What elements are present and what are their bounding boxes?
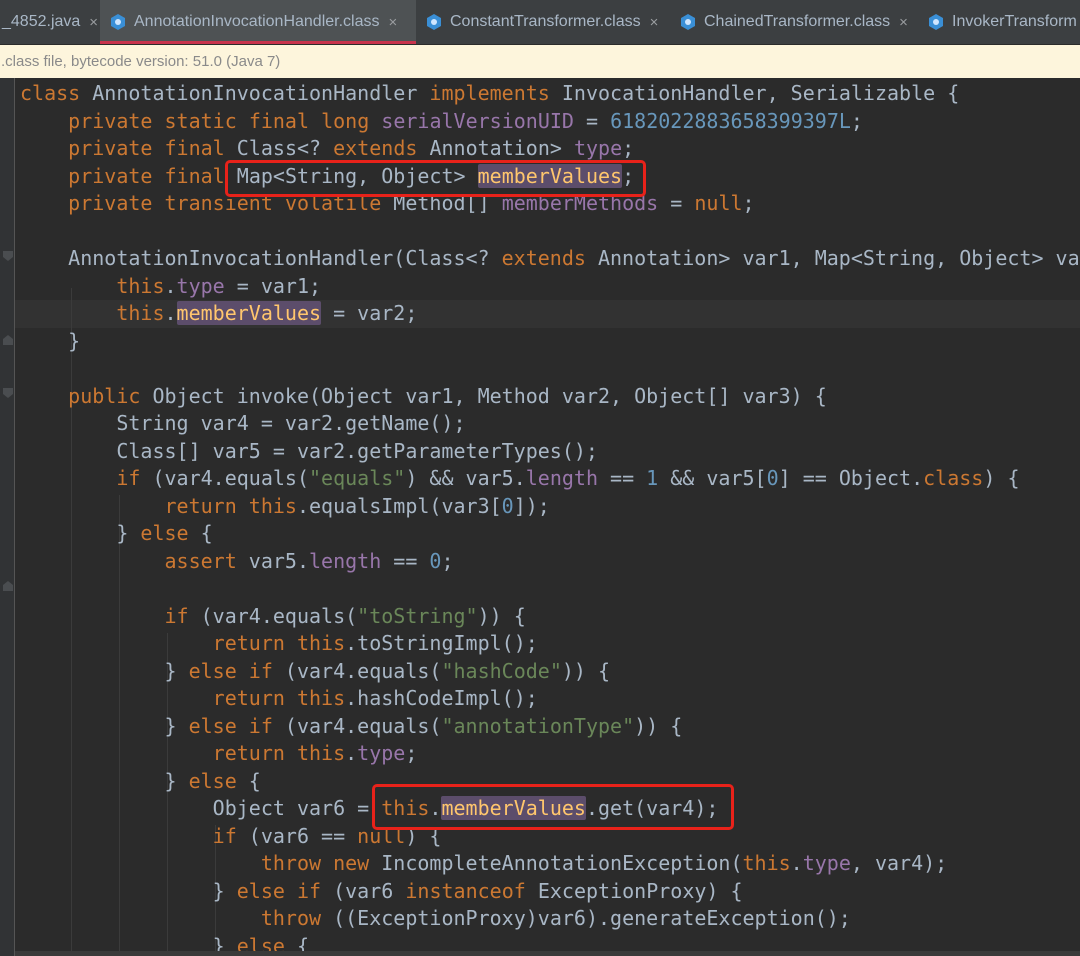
code-line[interactable]: this.memberValues = var2; bbox=[20, 300, 1080, 328]
code-line[interactable]: public Object invoke(Object var1, Method… bbox=[20, 383, 1080, 411]
class-file-icon bbox=[928, 14, 944, 30]
gutter-divider bbox=[14, 78, 15, 956]
code-line[interactable]: private final Class<? extends Annotation… bbox=[20, 135, 1080, 163]
code-line[interactable] bbox=[20, 218, 1080, 246]
code-line[interactable]: class AnnotationInvocationHandler implem… bbox=[20, 80, 1080, 108]
tab-label: ConstantTransformer.class bbox=[450, 13, 641, 30]
code-line[interactable]: } else if (var4.equals("annotationType")… bbox=[20, 713, 1080, 741]
close-icon[interactable]: × bbox=[899, 14, 908, 31]
tab-0[interactable]: _4852.java × bbox=[0, 0, 100, 44]
code-line[interactable]: AnnotationInvocationHandler(Class<? exte… bbox=[20, 245, 1080, 273]
tab-label: InvokerTransform bbox=[952, 13, 1077, 30]
tab-label: AnnotationInvocationHandler.class bbox=[134, 13, 380, 30]
class-file-icon bbox=[680, 14, 696, 30]
code-line[interactable]: throw ((ExceptionProxy)var6).generateExc… bbox=[20, 905, 1080, 933]
code-line[interactable] bbox=[20, 355, 1080, 383]
editor-gutter[interactable] bbox=[0, 78, 14, 956]
class-file-icon bbox=[426, 14, 442, 30]
code-line[interactable]: Class[] var5 = var2.getParameterTypes(); bbox=[20, 438, 1080, 466]
code-line[interactable]: } else if (var6 instanceof ExceptionProx… bbox=[20, 878, 1080, 906]
tab-1[interactable]: AnnotationInvocationHandler.class × bbox=[100, 0, 416, 44]
code-line[interactable]: } else if (var4.equals("hashCode")) { bbox=[20, 658, 1080, 686]
highlight-box-field-declaration bbox=[225, 160, 646, 197]
bytecode-version-notice: .class file, bytecode version: 51.0 (Jav… bbox=[0, 45, 1080, 78]
highlight-box-member-values-get bbox=[372, 784, 734, 830]
code-line[interactable]: assert var5.length == 0; bbox=[20, 548, 1080, 576]
code-line[interactable]: String var4 = var2.getName(); bbox=[20, 410, 1080, 438]
code-line[interactable]: return this.toStringImpl(); bbox=[20, 630, 1080, 658]
code-line[interactable]: private static final long serialVersionU… bbox=[20, 108, 1080, 136]
tab-3[interactable]: ChainedTransformer.class × bbox=[670, 0, 918, 44]
class-file-icon bbox=[110, 14, 126, 30]
close-icon[interactable]: × bbox=[650, 14, 659, 31]
horizontal-scrollbar[interactable] bbox=[15, 951, 1080, 956]
code-line[interactable] bbox=[20, 575, 1080, 603]
code-line[interactable]: if (var4.equals("toString")) { bbox=[20, 603, 1080, 631]
code-line[interactable]: } else { bbox=[20, 520, 1080, 548]
close-icon[interactable]: × bbox=[389, 14, 398, 31]
code-line[interactable]: return this.hashCodeImpl(); bbox=[20, 685, 1080, 713]
code-line[interactable]: } bbox=[20, 328, 1080, 356]
tab-4[interactable]: InvokerTransform bbox=[918, 0, 1080, 44]
code-line[interactable]: this.type = var1; bbox=[20, 273, 1080, 301]
code-line[interactable]: throw new IncompleteAnnotationException(… bbox=[20, 850, 1080, 878]
code-line[interactable]: if (var4.equals("equals") && var5.length… bbox=[20, 465, 1080, 493]
code-line[interactable]: return this.type; bbox=[20, 740, 1080, 768]
code-line[interactable]: return this.equalsImpl(var3[0]); bbox=[20, 493, 1080, 521]
tab-label: _4852.java bbox=[2, 13, 81, 30]
editor-tab-bar: _4852.java × AnnotationInvocationHandler.c… bbox=[0, 0, 1080, 45]
tab-label: ChainedTransformer.class bbox=[704, 13, 891, 30]
close-icon[interactable]: × bbox=[89, 14, 98, 31]
tab-2[interactable]: ConstantTransformer.class × bbox=[416, 0, 670, 44]
